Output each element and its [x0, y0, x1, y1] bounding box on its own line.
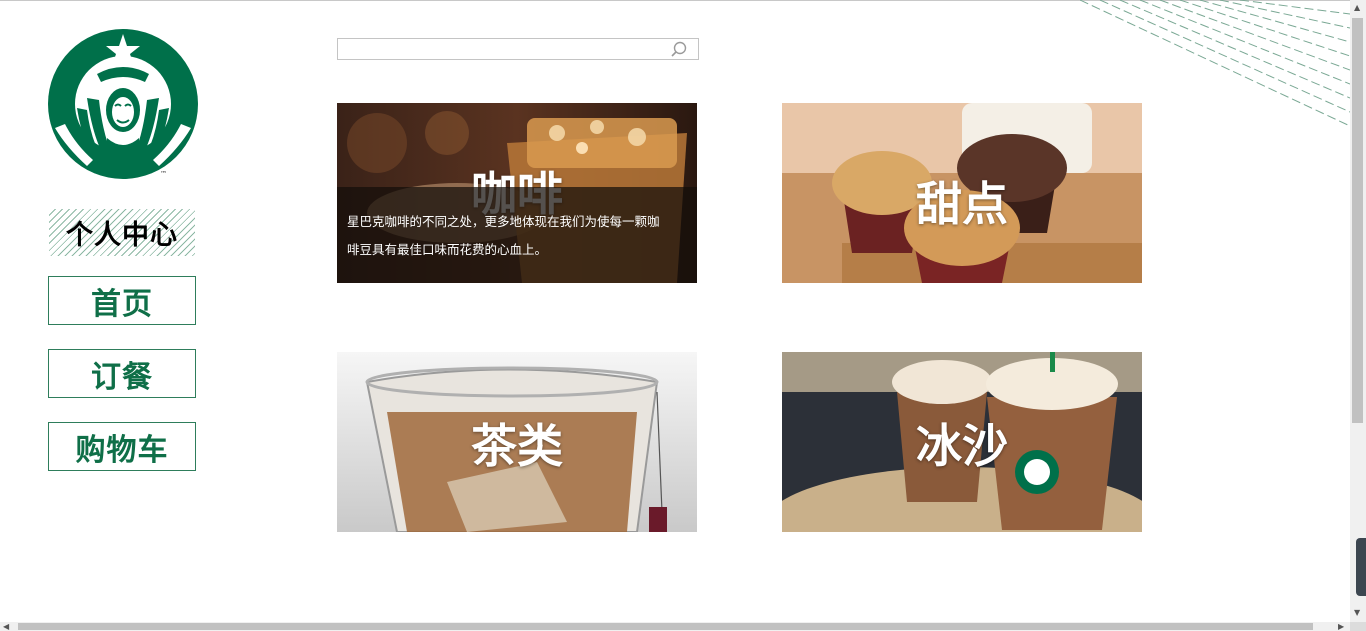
- search-icon[interactable]: [670, 41, 688, 59]
- coffee-description: 星巴克咖啡的不同之处，更多地体现在我们为使每一颗咖 啡豆具有最佳口味而花费的心血…: [347, 208, 697, 264]
- category-card-frappuccino[interactable]: 冰沙: [782, 352, 1142, 532]
- search-box: [337, 38, 699, 60]
- horizontal-scrollbar-thumb[interactable]: [18, 623, 1313, 630]
- vertical-scrollbar-thumb[interactable]: [1352, 18, 1363, 423]
- scroll-right-arrow-icon[interactable]: ▶: [1338, 622, 1344, 631]
- trademark-mark: ™: [160, 170, 167, 178]
- category-title-tea: 茶类: [471, 419, 563, 473]
- category-card-tea[interactable]: 茶类: [337, 352, 697, 532]
- nav-cart-button[interactable]: 购物车: [48, 422, 196, 471]
- category-card-dessert[interactable]: 甜点: [782, 103, 1142, 283]
- scroll-left-arrow-icon[interactable]: ◀: [3, 622, 9, 631]
- starbucks-siren-logo[interactable]: [47, 28, 199, 180]
- nav-home-button[interactable]: 首页: [48, 276, 196, 325]
- side-panel-tab[interactable]: [1356, 538, 1366, 596]
- category-card-coffee[interactable]: 咖啡 星巴克咖啡的不同之处，更多地体现在我们为使每一颗咖 啡豆具有最佳口味而花费…: [337, 103, 697, 283]
- coffee-description-line-1: 星巴克咖啡的不同之处，更多地体现在我们为使每一颗咖: [347, 214, 660, 229]
- category-title-dessert: 甜点: [916, 177, 1008, 231]
- nav-order-button[interactable]: 订餐: [48, 349, 196, 398]
- category-title-frappuccino: 冰沙: [916, 419, 1008, 473]
- search-input[interactable]: [342, 40, 666, 60]
- nav-personal-center-button[interactable]: 个人中心: [48, 208, 196, 257]
- scroll-down-arrow-icon[interactable]: ▼: [1354, 608, 1360, 617]
- scroll-up-arrow-icon[interactable]: ▲: [1354, 3, 1360, 12]
- scrollbar-corner: [1350, 622, 1366, 631]
- coffee-description-line-2: 啡豆具有最佳口味而花费的心血上。: [347, 242, 548, 257]
